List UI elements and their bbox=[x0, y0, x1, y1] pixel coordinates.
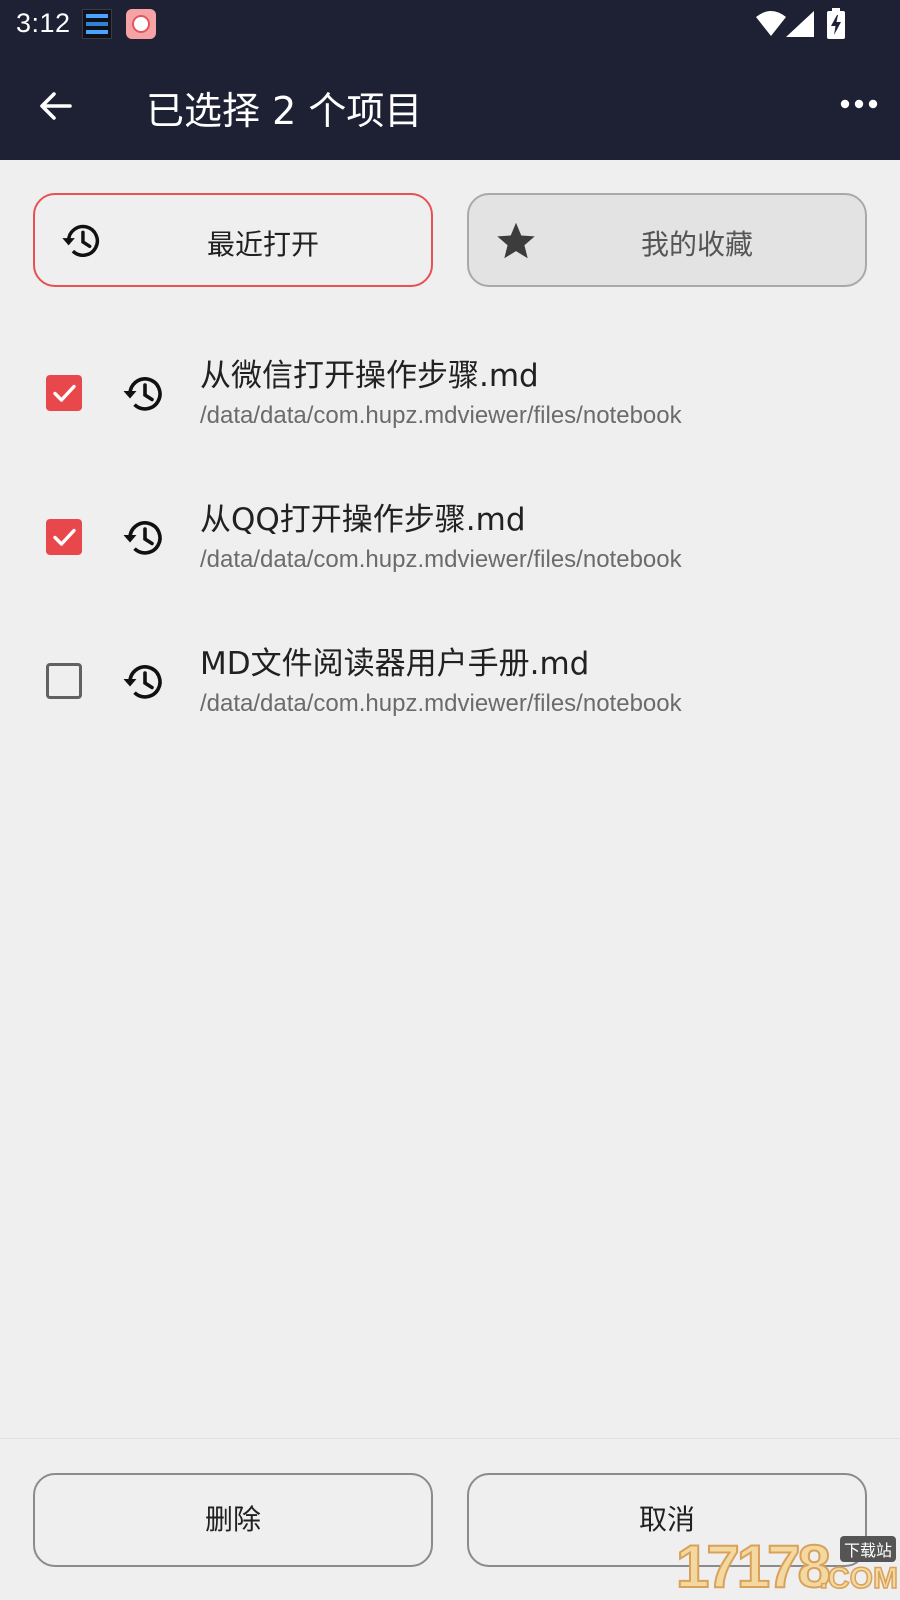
history-icon bbox=[123, 521, 162, 555]
history-icon bbox=[123, 665, 162, 699]
status-bar: 3:12 bbox=[0, 0, 900, 50]
arrow-left-icon[interactable] bbox=[34, 84, 78, 128]
tab-favorites[interactable]: 我的收藏 bbox=[467, 193, 867, 287]
clock-widget-icon bbox=[82, 9, 112, 39]
list-item[interactable]: MD文件阅读器用户手册.md /data/data/com.hupz.mdvie… bbox=[0, 618, 900, 762]
watermark-tag: 下载站 bbox=[839, 1536, 896, 1562]
list-item[interactable]: 从微信打开操作步骤.md /data/data/com.hupz.mdviewe… bbox=[0, 330, 900, 474]
app-notification-icon bbox=[126, 9, 156, 39]
tab-favorites-label: 我的收藏 bbox=[640, 228, 753, 261]
file-name: 从微信打开操作步骤.md bbox=[200, 358, 539, 394]
file-name: MD文件阅读器用户手册.md bbox=[200, 646, 590, 682]
tab-recent-label: 最近打开 bbox=[206, 228, 319, 261]
file-path: /data/data/com.hupz.mdviewer/files/noteb… bbox=[200, 402, 682, 429]
file-list: 从微信打开操作步骤.md /data/data/com.hupz.mdviewe… bbox=[0, 330, 900, 762]
item-checkbox[interactable] bbox=[46, 519, 82, 555]
check-icon bbox=[53, 528, 76, 546]
battery-charging-icon bbox=[827, 8, 845, 39]
signal-icon bbox=[786, 11, 814, 37]
file-path: /data/data/com.hupz.mdviewer/files/noteb… bbox=[200, 690, 682, 717]
delete-button[interactable]: 删除 bbox=[33, 1473, 433, 1567]
watermark-logo: 17178 下载站 .COM bbox=[675, 1533, 899, 1600]
app-bar: 已选择 2 个项目 bbox=[0, 50, 900, 160]
watermark-number: 17178 bbox=[675, 1533, 832, 1600]
list-item[interactable]: 从QQ打开操作步骤.md /data/data/com.hupz.mdviewe… bbox=[0, 474, 900, 618]
item-checkbox[interactable] bbox=[46, 663, 82, 699]
file-name: 从QQ打开操作步骤.md bbox=[200, 502, 526, 538]
item-checkbox[interactable] bbox=[46, 375, 82, 411]
watermark-suffix: .COM bbox=[819, 1561, 899, 1596]
check-icon bbox=[53, 384, 76, 402]
history-icon bbox=[123, 377, 162, 411]
wifi-icon bbox=[756, 11, 786, 36]
file-path: /data/data/com.hupz.mdviewer/files/noteb… bbox=[200, 546, 682, 573]
page-title: 已选择 2 个项目 bbox=[146, 89, 423, 133]
more-horizontal-icon[interactable] bbox=[840, 92, 880, 116]
status-time: 3:12 bbox=[16, 8, 71, 38]
tab-recent[interactable]: 最近打开 bbox=[33, 193, 433, 287]
